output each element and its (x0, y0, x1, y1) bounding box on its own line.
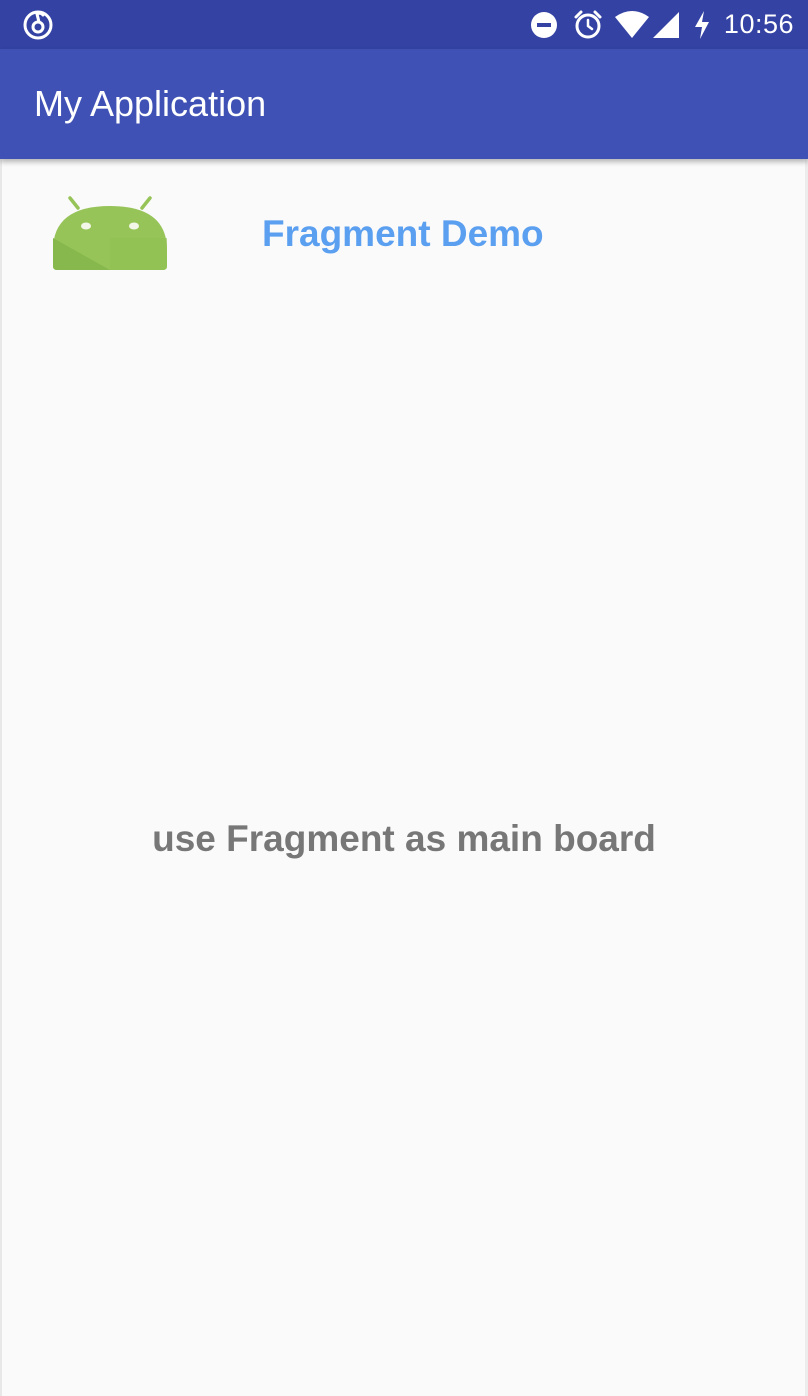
charging-icon (692, 0, 712, 49)
status-time: 10:56 (723, 9, 794, 39)
app-title: My Application (34, 83, 267, 124)
left-edge (0, 159, 2, 1396)
main-board-text: use Fragment as main board (152, 818, 656, 859)
app-bar: My Application (0, 49, 808, 159)
wifi-icon (614, 0, 650, 49)
netease-music-icon (22, 9, 54, 41)
status-bar: 10:56 (0, 0, 808, 49)
alarm-icon (572, 0, 604, 49)
status-icons: 10:56 (530, 0, 794, 49)
android-icon (48, 194, 172, 274)
cell-signal-icon (652, 0, 680, 49)
do-not-disturb-icon (530, 0, 558, 49)
app-screen: 10:56 My Application Fragment Demo use F… (0, 0, 808, 1396)
fragment-demo-title: Fragment Demo (262, 213, 544, 254)
